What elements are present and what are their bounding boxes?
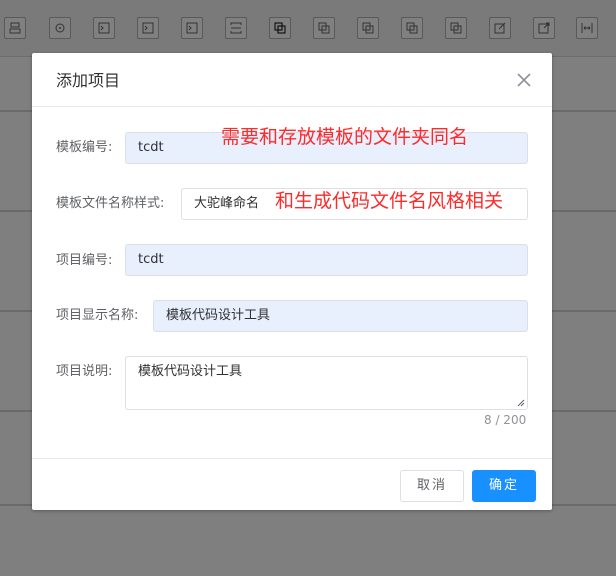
project-display-name-label: 项目显示名称: bbox=[56, 308, 139, 323]
background-toolbar bbox=[0, 0, 616, 57]
terminal-icon bbox=[181, 17, 203, 39]
project-display-name-input[interactable]: 模板代码设计工具 bbox=[153, 300, 528, 332]
copy-icon bbox=[313, 17, 335, 39]
resize-icon bbox=[576, 17, 598, 39]
project-description-label: 项目说明: bbox=[56, 364, 113, 379]
cancel-button[interactable]: 取消 bbox=[400, 470, 464, 502]
copy-icon bbox=[401, 17, 423, 39]
edit-icon bbox=[489, 17, 511, 39]
terminal-icon bbox=[137, 17, 159, 39]
project-description-textarea[interactable]: 模板代码设计工具 bbox=[125, 356, 528, 410]
copy-icon bbox=[445, 17, 467, 39]
description-char-counter: 8 / 200 bbox=[484, 413, 527, 427]
export-icon bbox=[533, 17, 555, 39]
copy-icon bbox=[357, 17, 379, 39]
copy-icon bbox=[269, 17, 291, 39]
terminal-icon bbox=[93, 17, 115, 39]
template-code-label: 模板编号: bbox=[56, 140, 113, 155]
dialog-header: 添加项目 bbox=[32, 53, 552, 107]
add-project-dialog: 添加项目 模板编号: tcdt 需要和存放模板的文件夹同名 模板文件名称样式: … bbox=[32, 53, 552, 510]
org-icon bbox=[4, 17, 26, 39]
close-icon[interactable] bbox=[516, 72, 532, 88]
confirm-button[interactable]: 确定 bbox=[472, 470, 536, 502]
crosshair-icon bbox=[49, 17, 71, 39]
project-code-input[interactable]: tcdt bbox=[125, 244, 528, 276]
file-style-annotation: 和生成代码文件名风格相关 bbox=[275, 190, 504, 212]
project-code-label: 项目编号: bbox=[56, 253, 113, 268]
resize-handle-icon[interactable] bbox=[517, 399, 525, 407]
file-name-style-label: 模板文件名称样式: bbox=[56, 196, 165, 211]
template-code-annotation: 需要和存放模板的文件夹同名 bbox=[221, 126, 469, 148]
dialog-title: 添加项目 bbox=[56, 71, 121, 90]
dialog-footer: 取消 确定 bbox=[32, 458, 552, 510]
split-icon bbox=[225, 17, 247, 39]
project-description-text: 模板代码设计工具 bbox=[138, 364, 243, 379]
